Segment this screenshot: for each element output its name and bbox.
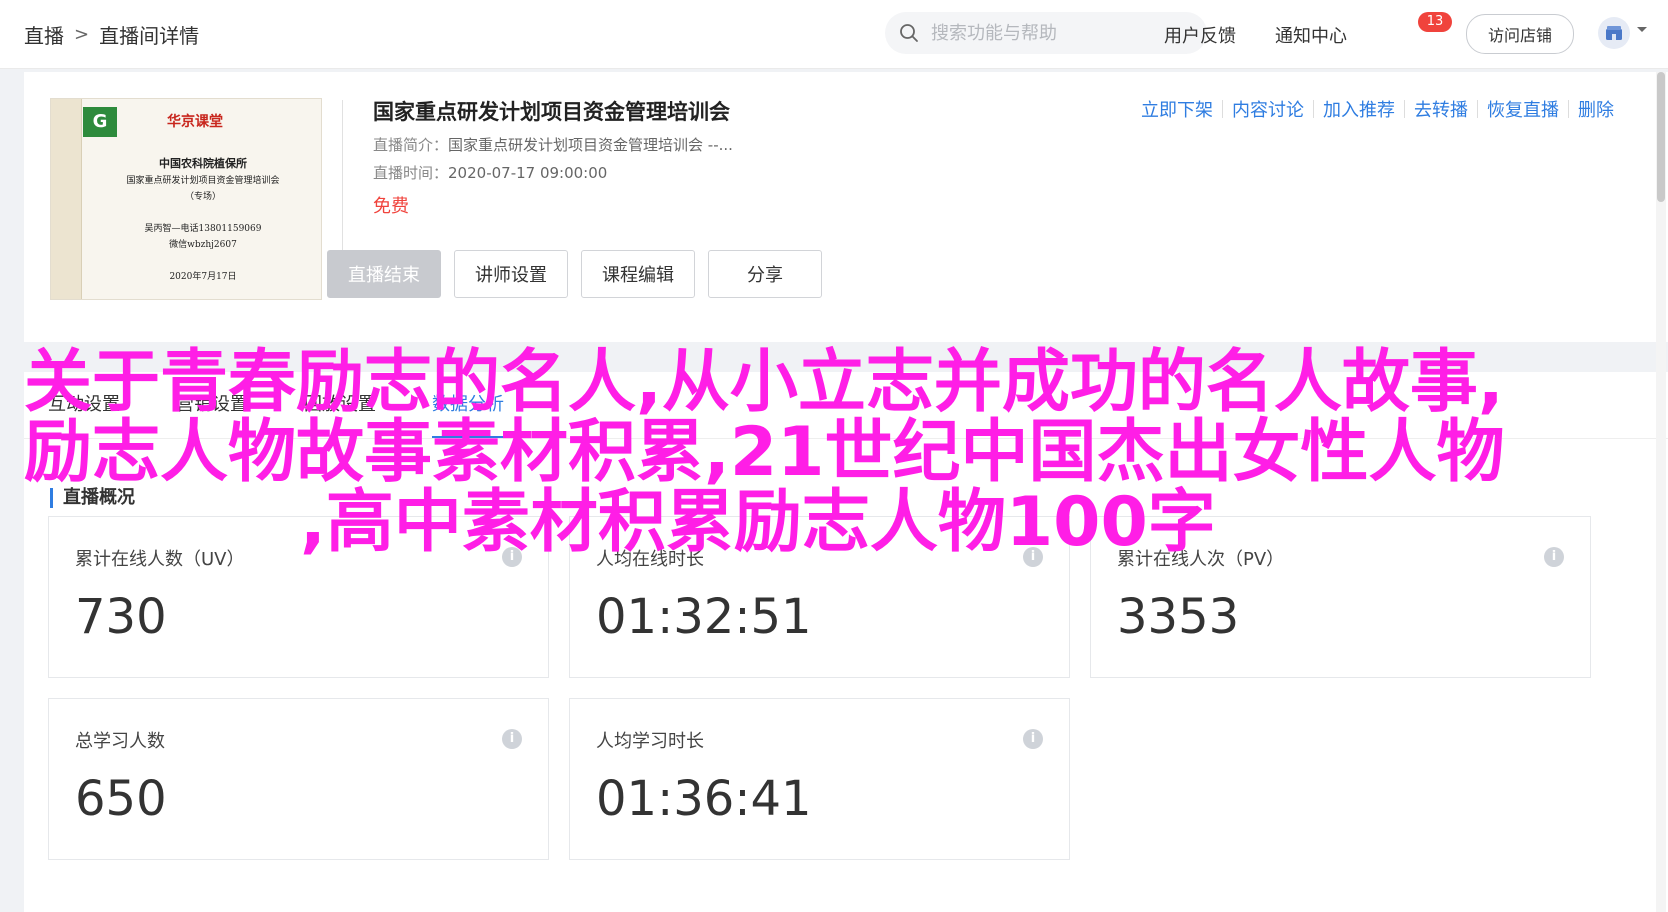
store-icon (1606, 26, 1622, 40)
stat-card: 累计在线人数（UV） i 730 (48, 516, 549, 678)
search-box[interactable] (885, 12, 1207, 54)
separator (1477, 100, 1478, 118)
course-card: G 华京课堂 中国农科院植保所 国家重点研发计划项目资金管理培训会 （专场） 吴… (24, 72, 1668, 342)
separator (1404, 100, 1405, 118)
feedback-link[interactable]: 用户反馈 (1164, 22, 1236, 48)
cover-contact: 吴丙智—电话13801159069 (144, 224, 262, 234)
stat-value: 650 (75, 771, 167, 827)
breadcrumb: 直播 > 直播间详情 (24, 20, 199, 49)
time-value: 2020-07-17 09:00:00 (448, 164, 608, 182)
course-cover-image: G 华京课堂 中国农科院植保所 国家重点研发计划项目资金管理培训会 （专场） 吴… (50, 98, 322, 300)
section-title: 直播概况 (50, 488, 135, 508)
page-scrollbar[interactable] (1656, 72, 1666, 912)
visit-store-button[interactable]: 访问店铺 (1466, 14, 1574, 54)
cover-title: 国家重点研发计划项目资金管理培训会 (126, 176, 280, 186)
search-icon (900, 24, 918, 42)
stat-value: 01:32:51 (596, 589, 812, 645)
course-description: 直播简介：国家重点研发计划项目资金管理培训会 --... (373, 134, 733, 155)
content-discussion-link[interactable]: 内容讨论 (1232, 96, 1304, 122)
stat-label: 累计在线人次（PV） (1117, 549, 1285, 570)
stat-card: 累计在线人次（PV） i 3353 (1090, 516, 1591, 678)
breadcrumb-separator: > (74, 24, 90, 45)
breadcrumb-current: 直播间详情 (99, 24, 200, 48)
course-price: 免费 (373, 196, 409, 217)
stat-card: 人均学习时长 i 01:36:41 (569, 698, 1070, 860)
breadcrumb-root[interactable]: 直播 (24, 20, 64, 49)
cover-tag: （专场） (184, 192, 221, 202)
tab-marketing-settings[interactable]: 营销设置 (176, 372, 248, 438)
cover-binding-edge (51, 99, 82, 299)
share-button[interactable]: 分享 (708, 250, 822, 298)
store-avatar[interactable] (1598, 17, 1630, 49)
stat-value: 3353 (1117, 589, 1240, 645)
cover-wechat: 微信wbzhj2607 (169, 240, 237, 250)
stat-label: 人均学习时长 (596, 731, 704, 752)
course-actions: 立即下架 内容讨论 加入推荐 去转播 恢复直播 删除 (1141, 96, 1614, 122)
cover-logo: G (83, 107, 117, 137)
course-edit-button[interactable]: 课程编辑 (581, 250, 695, 298)
notification-center-link[interactable]: 通知中心 (1275, 22, 1347, 48)
stat-card: 总学习人数 i 650 (48, 698, 549, 860)
separator (1222, 100, 1223, 118)
info-icon[interactable]: i (1023, 547, 1043, 567)
resume-live-link[interactable]: 恢复直播 (1487, 96, 1559, 122)
separator (1568, 100, 1569, 118)
description-value: 国家重点研发计划项目资金管理培训会 --... (448, 136, 733, 154)
stat-value: 730 (75, 589, 167, 645)
stat-label: 总学习人数 (75, 731, 165, 752)
info-icon[interactable]: i (1544, 547, 1564, 567)
stat-value: 01:36:41 (596, 771, 812, 827)
description-label: 直播简介： (373, 136, 449, 154)
chevron-down-icon[interactable] (1636, 26, 1648, 34)
tab-data-analysis[interactable]: 数据分析 (432, 372, 504, 438)
info-icon[interactable]: i (1023, 729, 1043, 749)
take-down-link[interactable]: 立即下架 (1141, 96, 1213, 122)
top-bar: 直播 > 直播间详情 用户反馈 通知中心 13 访问店铺 (0, 0, 1668, 69)
tab-playback-settings[interactable]: 回放设置 (304, 372, 376, 438)
course-title: 国家重点研发计划项目资金管理培训会 (373, 100, 730, 124)
stat-label: 人均在线时长 (596, 549, 704, 570)
course-time: 直播时间：2020-07-17 09:00:00 (373, 162, 607, 183)
tab-interaction-settings[interactable]: 互动设置 (48, 372, 120, 438)
notification-count-badge: 13 (1418, 12, 1452, 32)
stat-label: 累计在线人数（UV） (75, 549, 245, 570)
live-ended-button[interactable]: 直播结束 (327, 250, 441, 298)
rebroadcast-link[interactable]: 去转播 (1414, 96, 1468, 122)
delete-link[interactable]: 删除 (1578, 96, 1614, 122)
lecturer-settings-button[interactable]: 讲师设置 (454, 250, 568, 298)
cover-brand: 华京课堂 (167, 114, 223, 130)
tab-underline (24, 438, 1668, 439)
scrollbar-thumb[interactable] (1657, 72, 1665, 202)
info-icon[interactable]: i (502, 729, 522, 749)
add-recommend-link[interactable]: 加入推荐 (1323, 96, 1395, 122)
tab-bar: 互动设置 营销设置 回放设置 数据分析 (48, 372, 504, 438)
search-input[interactable] (929, 21, 1193, 45)
cover-date: 2020年7月17日 (169, 272, 237, 282)
stat-card: 人均在线时长 i 01:32:51 (569, 516, 1070, 678)
info-icon[interactable]: i (502, 547, 522, 567)
separator (1313, 100, 1314, 118)
time-label: 直播时间： (373, 164, 449, 182)
cover-org: 中国农科院植保所 (159, 157, 247, 170)
detail-panel: 互动设置 营销设置 回放设置 数据分析 直播概况 累计在线人数（UV） i 73… (24, 372, 1668, 912)
